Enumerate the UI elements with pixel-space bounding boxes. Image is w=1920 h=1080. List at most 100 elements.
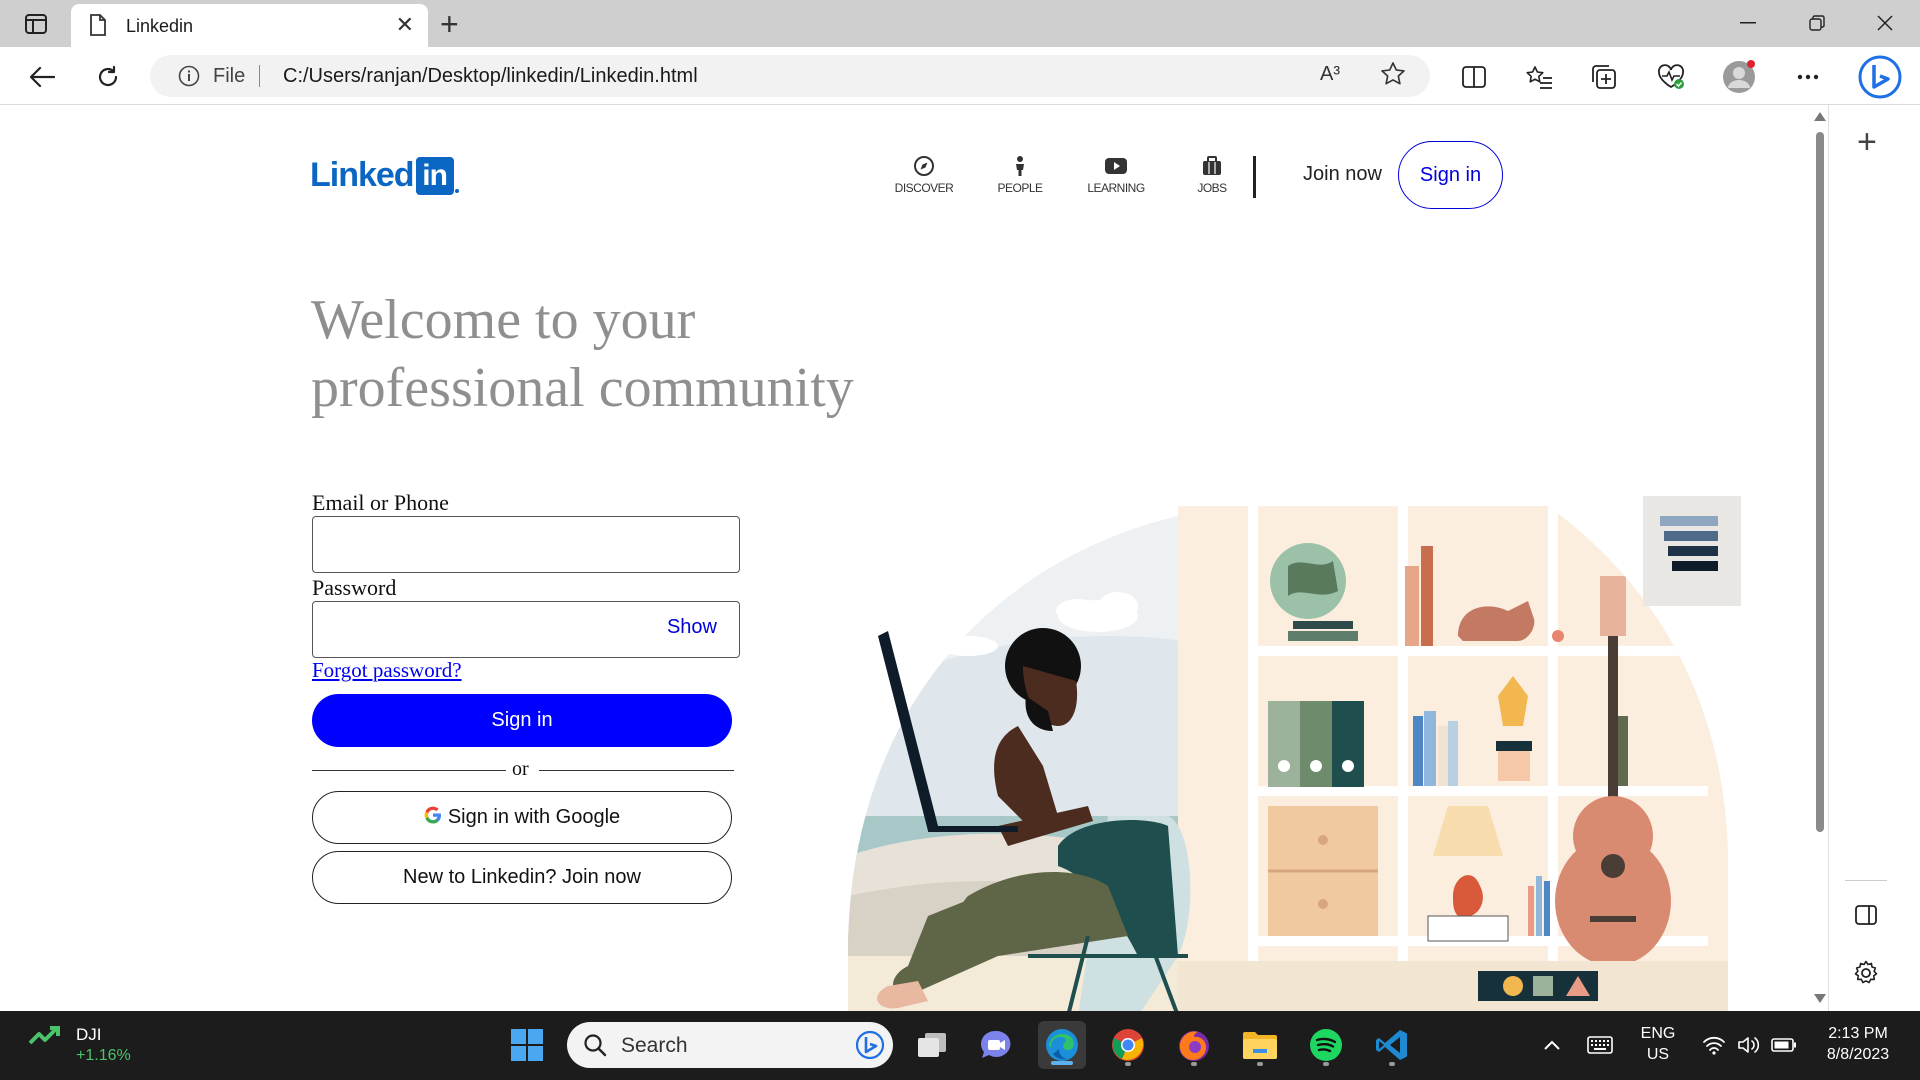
favorites-icon[interactable] — [1521, 59, 1557, 95]
running-app-indicator — [1323, 1062, 1329, 1066]
google-icon — [424, 806, 442, 830]
hide-sidebar-icon[interactable] — [1855, 905, 1877, 930]
tab-title: Linkedin — [126, 16, 194, 36]
scroll-down-arrow-icon[interactable] — [1814, 994, 1826, 1003]
join-now-link[interactable]: Join now — [1303, 163, 1382, 186]
url-scheme-label: File — [213, 65, 246, 87]
info-icon[interactable] — [178, 65, 200, 92]
region-label: US — [1646, 1046, 1670, 1063]
scroll-thumb[interactable] — [1816, 132, 1824, 832]
google-sign-in-button[interactable]: Sign in with Google — [312, 791, 732, 844]
bing-chat-icon[interactable] — [1856, 53, 1904, 101]
show-hidden-icons-chevron-icon[interactable] — [1528, 1021, 1576, 1069]
chrome-icon[interactable] — [1104, 1021, 1152, 1069]
firefox-icon[interactable] — [1170, 1021, 1218, 1069]
stock-trend-icon — [28, 1026, 60, 1045]
nav-label: LEARNING — [1087, 181, 1145, 195]
window-frame — [1643, 496, 1741, 606]
clock-date: 8/8/2023 — [1826, 1046, 1890, 1063]
join-now-button[interactable]: New to Linkedin? Join now — [312, 851, 732, 904]
password-field[interactable]: Show — [312, 601, 740, 658]
page-viewport: Linked in DISCOVER PEOPLE LEARNING JOBS … — [0, 106, 1810, 1011]
browser-tab[interactable]: Linkedin ✕ — [71, 4, 428, 47]
play-icon — [1104, 154, 1128, 178]
nav-divider — [1253, 156, 1256, 198]
address-bar[interactable]: File C:/Users/ranjan/Desktop/linkedin/Li… — [150, 55, 1430, 97]
person-icon — [1012, 154, 1028, 178]
logo-box: in — [415, 156, 454, 195]
split-screen-icon[interactable] — [1456, 59, 1492, 95]
collections-icon[interactable] — [1586, 59, 1622, 95]
show-password-button[interactable]: Show — [667, 616, 717, 639]
close-window-icon[interactable] — [1865, 8, 1905, 38]
more-options-icon[interactable] — [1790, 59, 1826, 95]
running-app-indicator — [1257, 1062, 1263, 1066]
clock-time: 2:13 PM — [1828, 1025, 1888, 1042]
profile-avatar-icon[interactable] — [1721, 59, 1757, 95]
back-icon[interactable] — [24, 59, 60, 95]
search-icon — [583, 1033, 607, 1062]
restore-icon[interactable] — [1797, 8, 1837, 38]
forgot-password-link[interactable]: Forgot password? — [312, 658, 462, 683]
url-text[interactable]: C:/Users/ranjan/Desktop/linkedin/Linkedi… — [283, 65, 698, 88]
browser-essentials-icon[interactable] — [1653, 59, 1689, 95]
hero-illustration — [848, 496, 1741, 1011]
stock-widget[interactable]: DJI +1.16% — [28, 1025, 131, 1064]
edge-sidebar: + — [1828, 105, 1920, 1011]
nav-learning[interactable]: LEARNING — [1068, 154, 1164, 195]
battery-icon[interactable] — [1760, 1021, 1808, 1069]
active-app-indicator — [1051, 1061, 1073, 1065]
nav-jobs[interactable]: JOBS — [1164, 154, 1260, 195]
search-label: Search — [621, 1034, 688, 1057]
email-field[interactable] — [312, 516, 740, 573]
logo-dot — [454, 188, 459, 193]
nav-discover[interactable]: DISCOVER — [876, 154, 972, 195]
nav-label: JOBS — [1197, 181, 1227, 195]
clock[interactable]: 2:13 PM 8/8/2023 — [1810, 1023, 1906, 1065]
briefcase-icon — [1201, 154, 1223, 178]
email-label: Email or Phone — [312, 490, 449, 515]
read-aloud-icon[interactable]: A³ — [1320, 63, 1340, 86]
nav-people[interactable]: PEOPLE — [972, 154, 1068, 195]
divider-line-right — [539, 770, 734, 771]
language-label: ENG — [1640, 1025, 1676, 1042]
start-windows-icon[interactable] — [503, 1021, 551, 1069]
teams-chat-icon[interactable] — [972, 1021, 1020, 1069]
or-text: or — [512, 758, 529, 780]
toy-blocks — [1478, 971, 1598, 1001]
tab-actions-icon[interactable] — [20, 11, 52, 37]
hero-floor-right — [1178, 961, 1728, 1011]
bing-icon — [855, 1030, 885, 1065]
sidebar-settings-icon[interactable] — [1853, 960, 1879, 991]
sign-in-button[interactable]: Sign in — [312, 694, 732, 747]
close-tab-icon[interactable]: ✕ — [396, 14, 414, 36]
task-view-icon[interactable] — [908, 1021, 956, 1069]
touch-keyboard-icon[interactable] — [1576, 1021, 1624, 1069]
refresh-icon[interactable] — [90, 59, 126, 95]
top-nav: DISCOVER PEOPLE LEARNING JOBS — [876, 154, 1260, 195]
windows-taskbar: DJI +1.16% Search ENG US 2:13 PM 8/8/202… — [0, 1011, 1920, 1080]
browser-tab-bar: Linkedin ✕ + — [0, 0, 1920, 47]
page-scrollbar[interactable] — [1812, 108, 1828, 1008]
spotify-icon[interactable] — [1302, 1021, 1350, 1069]
linkedin-logo[interactable]: Linked in — [310, 156, 459, 195]
stock-name: DJI — [76, 1025, 102, 1044]
input-language-indicator[interactable]: ENG US — [1636, 1023, 1680, 1065]
binder-row — [1268, 701, 1364, 787]
edge-browser-icon[interactable] — [1038, 1021, 1086, 1069]
stock-change: +1.16% — [76, 1047, 131, 1064]
books-blue — [1413, 711, 1458, 786]
logo-text: Linked — [310, 156, 415, 194]
add-sidebar-app-icon[interactable]: + — [1857, 123, 1877, 162]
favorite-star-icon[interactable] — [1380, 61, 1406, 92]
file-explorer-icon[interactable] — [1236, 1021, 1284, 1069]
scroll-up-arrow-icon[interactable] — [1814, 112, 1826, 121]
running-app-indicator — [1191, 1062, 1197, 1066]
sign-in-top-button[interactable]: Sign in — [1398, 141, 1503, 209]
new-tab-icon[interactable]: + — [440, 6, 459, 43]
vscode-icon[interactable] — [1368, 1021, 1416, 1069]
google-button-label: Sign in with Google — [447, 806, 621, 828]
nav-label: DISCOVER — [894, 181, 954, 195]
taskbar-search[interactable]: Search — [567, 1022, 893, 1068]
minimize-icon[interactable] — [1728, 8, 1768, 38]
